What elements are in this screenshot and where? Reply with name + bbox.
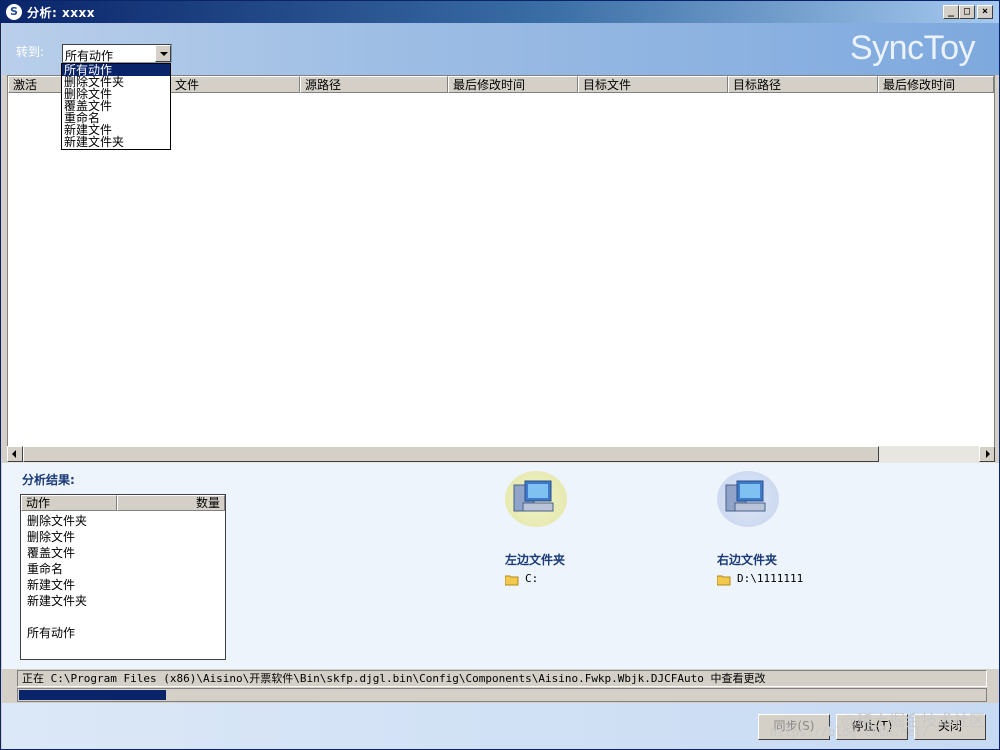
results-table[interactable]: 动作 数量 删除文件夹 删除文件 覆盖文件 重命名 新建文件 新建文件夹 所有动… xyxy=(20,494,226,660)
results-row-total[interactable]: 所有动作 xyxy=(27,625,75,641)
minimize-button[interactable]: _ xyxy=(943,5,959,19)
goto-selected-value: 所有动作 xyxy=(65,49,114,63)
scroll-left-button[interactable] xyxy=(7,446,23,462)
scroll-thumb[interactable] xyxy=(23,446,879,462)
goto-label: 转到: xyxy=(16,45,45,59)
results-row[interactable]: 覆盖文件 xyxy=(27,545,75,561)
close-window-button[interactable]: × xyxy=(977,5,993,19)
left-folder-path[interactable]: C: xyxy=(525,572,538,585)
results-header-action[interactable]: 动作 xyxy=(21,495,117,511)
results-row[interactable]: 重命名 xyxy=(27,561,63,577)
window-title: 分析: xxxx xyxy=(27,6,95,20)
synctoy-logo: SyncToy xyxy=(850,29,976,67)
dropdown-option-new-folder[interactable]: 新建文件夹 xyxy=(62,136,170,148)
column-header-source-path[interactable]: 源路径 xyxy=(300,76,448,93)
computer-icon xyxy=(717,471,779,527)
right-folder-block: 右边文件夹 D:\1111111 xyxy=(717,471,917,591)
results-row[interactable]: 删除文件夹 xyxy=(27,513,87,529)
results-row[interactable]: 删除文件 xyxy=(27,529,75,545)
left-folder-block: 左边文件夹 C: xyxy=(505,471,705,591)
results-panel: 分析结果: 动作 数量 删除文件夹 删除文件 覆盖文件 重命名 新建文件 新建文… xyxy=(2,463,999,669)
chevron-down-icon[interactable] xyxy=(155,45,171,62)
column-header-target-file[interactable]: 目标文件 xyxy=(578,76,728,93)
progress-bar xyxy=(17,688,987,702)
synctoy-icon: S xyxy=(6,4,22,20)
maximize-button[interactable]: □ xyxy=(959,5,975,19)
column-header-target-path[interactable]: 目标路径 xyxy=(728,76,878,93)
goto-select[interactable]: 所有动作 xyxy=(62,44,172,63)
right-folder-path[interactable]: D:\1111111 xyxy=(737,572,803,585)
app-window: S 分析: xxxx _ □ × 转到: 所有动作 SyncToy 激活 文件 … xyxy=(0,0,1000,750)
horizontal-scrollbar[interactable] xyxy=(7,446,995,463)
results-row[interactable]: 新建文件 xyxy=(27,577,75,593)
column-header-target-modified[interactable]: 最后修改时间 xyxy=(878,76,994,93)
title-bar[interactable]: S 分析: xxxx _ □ × xyxy=(1,1,999,23)
results-row[interactable]: 新建文件夹 xyxy=(27,593,87,609)
watermark-url: https://blog.csdn.net/ xyxy=(770,725,929,739)
scroll-right-button[interactable] xyxy=(979,446,995,462)
results-title: 分析结果: xyxy=(22,473,75,487)
folder-icon xyxy=(717,575,731,586)
column-header-modified[interactable]: 最后修改时间 xyxy=(448,76,578,93)
goto-dropdown-list: 所有动作 删除文件夹 删除文件 覆盖文件 重命名 新建文件 新建文件夹 xyxy=(61,63,171,150)
right-folder-title: 右边文件夹 xyxy=(717,553,778,567)
folder-icon xyxy=(505,575,519,586)
status-text: 正在 C:\Program Files (x86)\Aisino\开票软件\Bi… xyxy=(17,670,987,687)
results-header-count[interactable]: 数量 xyxy=(117,495,225,511)
computer-icon xyxy=(505,471,567,527)
footer-bar: 同步(S) 停止(T) 关闭 @稀土掘金技术社区 https://blog.cs… xyxy=(2,703,999,749)
left-folder-title: 左边文件夹 xyxy=(505,553,566,567)
progress-fill xyxy=(19,690,166,700)
